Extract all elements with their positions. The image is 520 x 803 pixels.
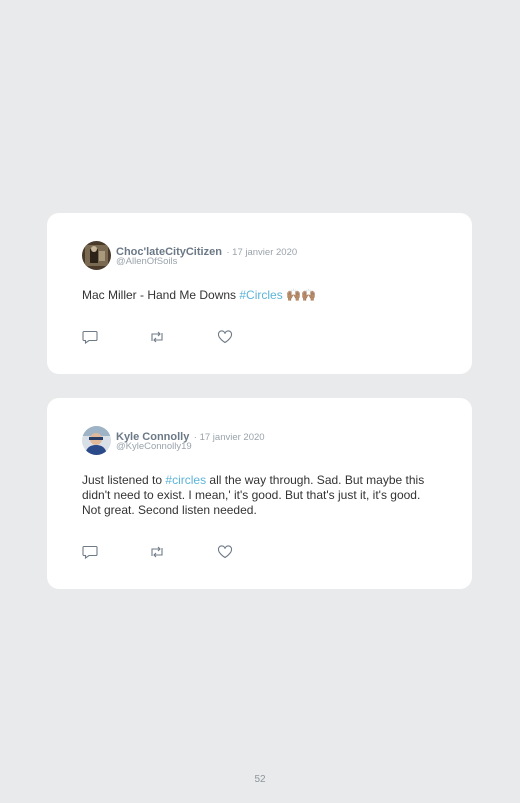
- avatar[interactable]: [82, 426, 111, 455]
- like-icon[interactable]: [217, 330, 233, 344]
- tweet-text-body: Just listened to: [82, 473, 166, 487]
- tweet-card: Kyle Connolly · 17 janvier 2020 @KyleCon…: [47, 398, 472, 589]
- avatar[interactable]: [82, 241, 111, 270]
- emoji: 🙌🏽🙌🏽: [286, 288, 316, 302]
- tweet-text-body: Mac Miller - Hand Me Downs: [82, 288, 240, 302]
- like-icon[interactable]: [217, 545, 233, 559]
- retweet-icon[interactable]: [149, 545, 165, 559]
- reply-icon[interactable]: [82, 330, 98, 345]
- hashtag-link[interactable]: #circles: [165, 473, 206, 487]
- tweet-card: Choc'lateCityCitizen · 17 janvier 2020 @…: [47, 213, 472, 374]
- page-number: 52: [254, 774, 266, 785]
- retweet-icon[interactable]: [149, 330, 165, 344]
- author-handle[interactable]: @KyleConnolly19: [116, 441, 192, 452]
- reply-icon[interactable]: [82, 545, 98, 560]
- tweet-text: Just listened to #circles all the way th…: [82, 473, 442, 518]
- tweet-text: Mac Miller - Hand Me Downs #Circles 🙌🏽🙌🏽: [82, 288, 442, 303]
- tweet-date: · 17 janvier 2020: [193, 432, 265, 443]
- tweet-date: · 17 janvier 2020: [226, 247, 298, 258]
- author-handle[interactable]: @AllenOfSoils: [116, 256, 177, 267]
- hashtag-link[interactable]: #Circles: [239, 288, 282, 302]
